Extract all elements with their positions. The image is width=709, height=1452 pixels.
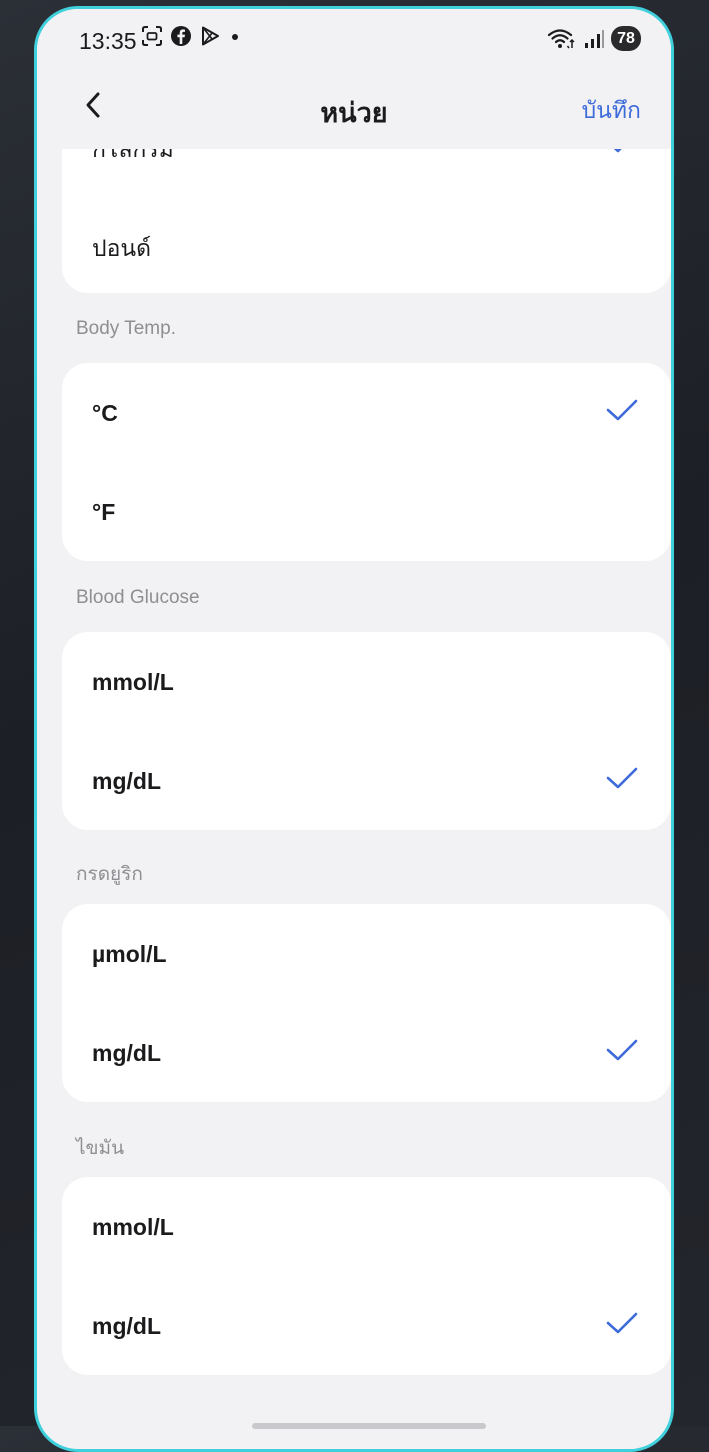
play-store-icon <box>202 26 219 46</box>
status-bar: 13:35 78 <box>37 9 671 73</box>
body-temp-card: °C °F <box>62 363 671 561</box>
blood-glucose-card: mmol/L mg/dL <box>62 632 671 830</box>
checkmark-icon <box>606 1039 638 1061</box>
screenshot-icon <box>142 26 162 46</box>
unit-option-label: °C <box>92 400 118 426</box>
save-button[interactable]: บันทึก <box>582 93 641 129</box>
system-icons: 78 <box>547 26 641 51</box>
unit-option-label: mg/dL <box>92 1313 161 1339</box>
unit-option-mgdl[interactable]: mg/dL <box>62 1276 671 1375</box>
phone-screen: กิโลกรัม ปอนด์ Body Temp. °C °F Blood Gl… <box>34 6 674 1452</box>
unit-option-mmol[interactable]: mmol/L <box>62 1177 671 1276</box>
facebook-icon <box>171 26 191 46</box>
unit-option-label: µmol/L <box>92 941 167 967</box>
unit-option-celsius[interactable]: °C <box>62 363 671 462</box>
home-indicator[interactable] <box>252 1423 486 1429</box>
unit-option-label: ปอนด์ <box>92 235 152 261</box>
app-header: หน่วย บันทึก <box>37 73 671 149</box>
unit-option-label: mg/dL <box>92 1040 161 1066</box>
section-label-blood-glucose: Blood Glucose <box>76 587 200 608</box>
unit-option-mgdl[interactable]: mg/dL <box>62 731 671 830</box>
status-time: 13:35 <box>79 28 137 54</box>
unit-option-label: mmol/L <box>92 1214 174 1240</box>
unit-option-pound[interactable]: ปอนด์ <box>62 194 671 293</box>
unit-option-label: mg/dL <box>92 768 161 794</box>
unit-option-label: °F <box>92 499 116 525</box>
section-label-uric-acid: กรดยูริก <box>76 864 143 885</box>
page-title: หน่วย <box>320 98 388 128</box>
signal-icon <box>585 29 604 48</box>
notification-icons <box>141 25 242 47</box>
wifi-icon <box>547 28 575 48</box>
lipid-card: mmol/L mg/dL <box>62 1177 671 1375</box>
unit-option-label: mmol/L <box>92 669 174 695</box>
checkmark-icon <box>606 399 638 421</box>
section-label-body-temp: Body Temp. <box>76 318 176 339</box>
unit-option-fahrenheit[interactable]: °F <box>62 462 671 561</box>
section-label-lipid: ไขมัน <box>76 1138 125 1159</box>
checkmark-icon <box>606 767 638 789</box>
uric-acid-card: µmol/L mg/dL <box>62 904 671 1102</box>
checkmark-icon <box>606 1312 638 1334</box>
notification-dot-icon <box>232 34 238 40</box>
unit-option-mgdl[interactable]: mg/dL <box>62 1003 671 1102</box>
battery-indicator: 78 <box>611 26 641 51</box>
unit-option-umol[interactable]: µmol/L <box>62 904 671 1003</box>
unit-option-mmol[interactable]: mmol/L <box>62 632 671 731</box>
